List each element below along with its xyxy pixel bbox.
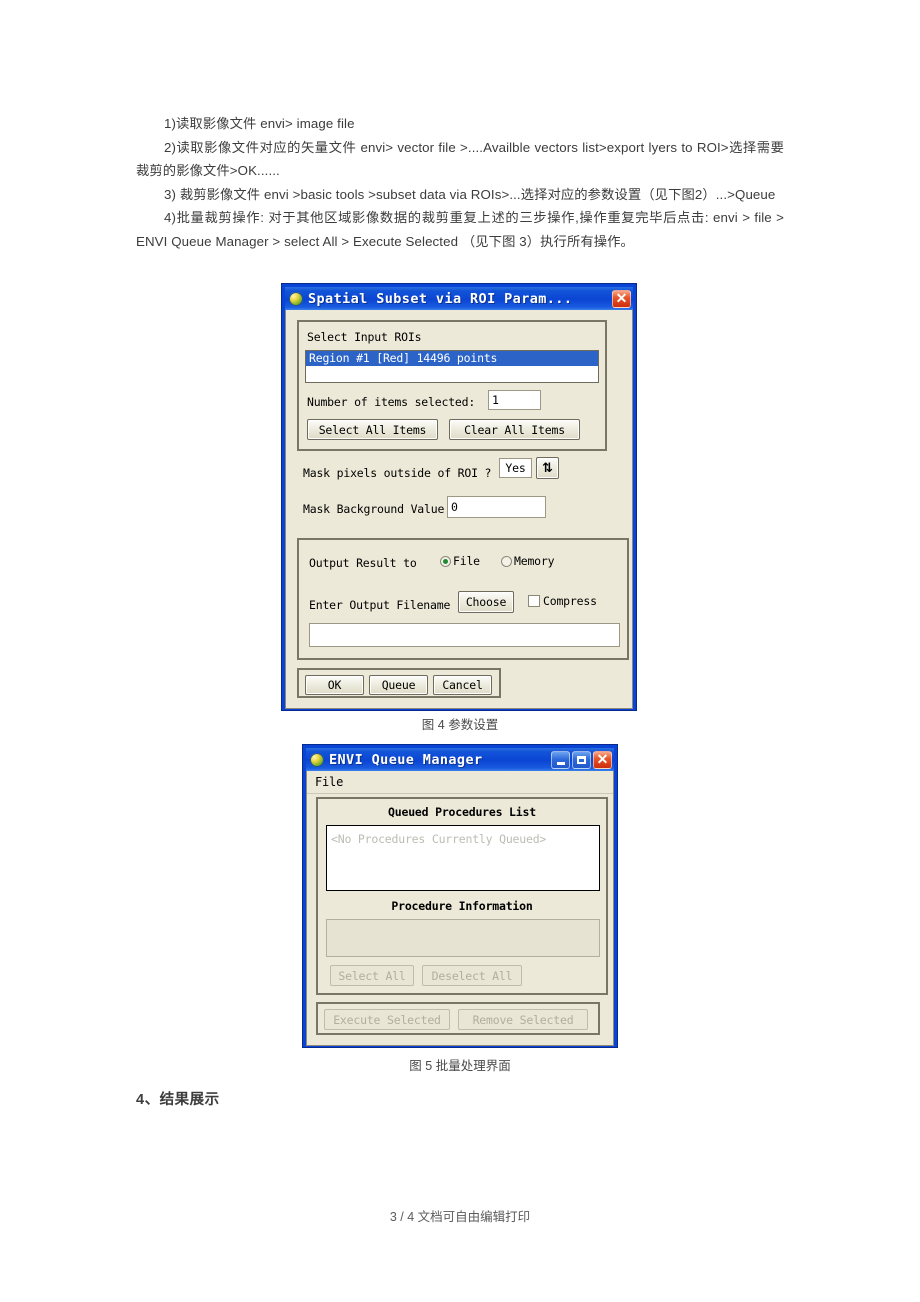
list-item[interactable]: Region #1 [Red] 14496 points: [306, 351, 598, 366]
queue-window-body: File Queued Procedures List <No Procedur…: [306, 771, 614, 1046]
remove-selected-button[interactable]: Remove Selected: [458, 1009, 588, 1030]
queued-procedures-group: Queued Procedures List <No Procedures Cu…: [316, 797, 608, 995]
paragraph-4: 4)批量裁剪操作: 对于其他区域影像数据的裁剪重复上述的三步操作,操作重复完毕后…: [136, 210, 784, 249]
close-glyph: ✕: [596, 751, 609, 767]
output-memory-radio[interactable]: Memory: [501, 554, 555, 568]
close-icon[interactable]: ✕: [612, 289, 631, 308]
document-text-block: 1)读取影像文件 envi> image file 2)读取影像文件对应的矢量文…: [136, 112, 784, 254]
number-of-items-selected-label: Number of items selected:: [307, 395, 476, 409]
select-input-rois-label: Select Input ROIs: [307, 330, 422, 344]
queued-procedures-list[interactable]: <No Procedures Currently Queued>: [326, 825, 600, 891]
queued-procedures-empty-text: <No Procedures Currently Queued>: [331, 832, 547, 846]
minimize-glyph: [556, 761, 565, 765]
output-memory-label: Memory: [514, 554, 555, 568]
queue-button[interactable]: Queue: [369, 675, 428, 695]
queue-execute-group: Execute Selected Remove Selected: [316, 1002, 600, 1035]
select-all-button[interactable]: Select All: [330, 965, 414, 986]
queue-title-text: ENVI Queue Manager: [329, 751, 483, 768]
output-result-to-label: Output Result to: [309, 556, 417, 570]
spatial-subset-dialog[interactable]: Spatial Subset via ROI Param... ✕ Select…: [281, 283, 637, 711]
mask-pixels-label: Mask pixels outside of ROI ?: [303, 466, 492, 480]
envi-sphere-icon: [289, 291, 303, 306]
up-down-arrows-icon[interactable]: ⇅: [536, 457, 559, 479]
envi-sphere-icon: [310, 752, 324, 767]
output-file-radio[interactable]: File: [440, 554, 480, 568]
figure-4-caption: 图 4 参数设置: [421, 718, 499, 732]
page-footer: 3 / 4 文档可自由编辑打印: [389, 1210, 531, 1224]
minimize-icon[interactable]: [551, 750, 570, 769]
subset-action-group: OK Queue Cancel: [297, 668, 501, 698]
procedure-information-box: [326, 919, 600, 957]
subset-title-text: Spatial Subset via ROI Param...: [308, 290, 573, 307]
radio-unselected-icon: [501, 555, 512, 567]
output-result-group: Output Result to File Memory Enter Outpu…: [297, 538, 629, 660]
subset-window-body: Select Input ROIs Region #1 [Red] 14496 …: [285, 310, 633, 709]
choose-button[interactable]: Choose: [458, 591, 514, 613]
deselect-all-button[interactable]: Deselect All: [422, 965, 522, 986]
paragraph-3: 3) 裁剪影像文件 envi >basic tools >subset data…: [164, 186, 776, 202]
output-filename-input[interactable]: [309, 623, 620, 647]
maximize-icon[interactable]: [572, 750, 591, 769]
figure-5-caption: 图 5 批量处理界面: [409, 1059, 511, 1073]
queue-titlebar[interactable]: ENVI Queue Manager ✕: [306, 748, 614, 771]
enter-output-filename-label: Enter Output Filename: [309, 598, 451, 612]
menu-item-file[interactable]: File: [307, 775, 349, 789]
queued-procedures-list-label: Queued Procedures List: [388, 805, 536, 819]
menubar: File: [307, 771, 613, 794]
checkbox-icon: [528, 595, 540, 607]
envi-queue-manager-dialog[interactable]: ENVI Queue Manager ✕ File Queued Procedu…: [302, 744, 618, 1048]
mask-pixels-dropdown[interactable]: Yes: [499, 458, 532, 478]
paragraph-2: 2)读取影像文件对应的矢量文件 envi> vector file >....A…: [136, 139, 784, 179]
maximize-glyph: [577, 755, 586, 764]
mask-background-value-label: Mask Background Value: [303, 502, 445, 516]
subset-titlebar[interactable]: Spatial Subset via ROI Param... ✕: [285, 287, 633, 310]
paragraph-1: 1)读取影像文件 envi> image file: [164, 116, 355, 131]
number-of-items-value: 1: [492, 393, 499, 407]
compress-checkbox[interactable]: Compress: [528, 594, 597, 608]
ok-button[interactable]: OK: [305, 675, 364, 695]
select-input-rois-group: Select Input ROIs Region #1 [Red] 14496 …: [297, 320, 607, 451]
cancel-button[interactable]: Cancel: [433, 675, 492, 695]
output-file-label: File: [453, 554, 480, 568]
number-of-items-selected-field[interactable]: 1: [488, 390, 541, 410]
close-icon[interactable]: ✕: [593, 750, 612, 769]
radio-selected-icon: [440, 555, 451, 567]
roi-list[interactable]: Region #1 [Red] 14496 points: [305, 350, 599, 383]
select-all-items-button[interactable]: Select All Items: [307, 419, 438, 440]
execute-selected-button[interactable]: Execute Selected: [324, 1009, 450, 1030]
mask-background-value-field[interactable]: 0: [447, 496, 546, 518]
procedure-information-label: Procedure Information: [391, 899, 533, 913]
mask-background-value: 0: [451, 500, 458, 514]
section-heading: 4、结果展示: [136, 1092, 220, 1108]
clear-all-items-button[interactable]: Clear All Items: [449, 419, 580, 440]
compress-label: Compress: [543, 594, 597, 608]
close-glyph: ✕: [615, 290, 628, 306]
